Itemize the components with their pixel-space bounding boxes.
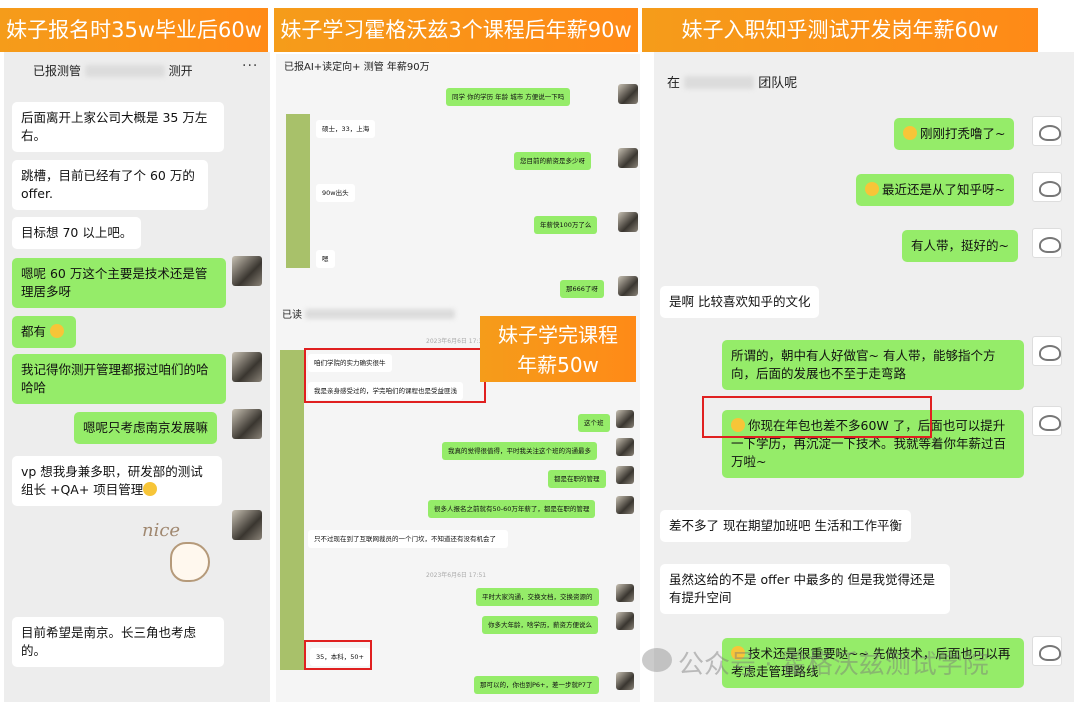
chat-message: 嗯 [316, 250, 335, 268]
avatar[interactable] [616, 584, 634, 602]
chat-message: 90w出头 [316, 184, 355, 202]
timestamp: 2023年6月6日 17:51 [426, 572, 487, 579]
chat-message: 目标想 70 以上吧。 [12, 217, 142, 249]
wechat-logo-icon [642, 648, 672, 672]
mid-bottom-chat-title: 已读 [282, 306, 456, 321]
chat-message: 嗯呢只考虑南京发展嘛 [74, 412, 218, 444]
chat-message: 目前希望是南京。长三角也考虑的。 [12, 617, 224, 667]
avatar[interactable] [616, 438, 634, 456]
laugh-emoji-icon [143, 482, 158, 496]
avatar[interactable] [232, 409, 262, 439]
chat-message: 你多大年龄，啥学历，薪资方便说么 [482, 616, 598, 634]
chat-message: 刚刚打秃噜了~ [894, 118, 1015, 150]
chat-message: 平时大家沟通，交换文档，交换资源的 [476, 588, 599, 606]
banner-middle: 妹子学习霍格沃兹3个课程后年薪90w [274, 8, 638, 52]
chat-message: 最近还是从了知乎呀~ [856, 174, 1014, 206]
avatar[interactable] [616, 496, 634, 514]
highlight-box [304, 348, 486, 403]
chat-message: 那666了呀 [560, 280, 604, 298]
nice-sticker-text: nice [142, 520, 181, 541]
laugh-emoji-icon [50, 324, 64, 338]
thumbs-up-sticker-icon [170, 542, 210, 582]
timestamp: 2023年6月6日 17:37 [426, 338, 487, 345]
avatar[interactable] [232, 510, 262, 540]
chat-message: 跳槽，目前已经有了个 60 万的 offer. [12, 160, 208, 210]
avatar[interactable] [618, 276, 638, 296]
blurred-name [84, 65, 165, 77]
chat-message: 有人带，挺好的~ [902, 230, 1018, 262]
right-chat-title: 在 团队呢 [667, 76, 798, 91]
mid-top-chat-title: 已报AI+读定向+ 测管 年薪90万 [284, 62, 430, 73]
avatar[interactable] [1032, 406, 1062, 436]
highlight-box [702, 396, 932, 438]
banner-overlay: 妹子学完课程年薪50w [480, 316, 636, 382]
left-chat-title: 已报测管 测开 [33, 64, 193, 78]
watermark: 公众号 · 霍格沃兹测试学院 [678, 650, 989, 680]
highlight-box [304, 640, 372, 670]
avatar[interactable] [616, 612, 634, 630]
chat-message: 我记得你测开管理都报过咱们的哈哈哈 [12, 354, 226, 404]
chat-message: 差不多了 现在期望加班吧 生活和工作平衡 [660, 510, 911, 542]
blurred-name [305, 309, 456, 319]
chat-message: 后面离开上家公司大概是 35 万左右。 [12, 102, 224, 152]
banner-left: 妹子报名时35w毕业后60w [0, 8, 268, 52]
grin-emoji-icon [865, 182, 879, 196]
chat-message: 很多人报名之前就有50-60万年薪了，都是在职的管理 [428, 500, 596, 518]
chat-message: 嗯呢 60 万这个主要是技术还是管理居多呀 [12, 258, 226, 308]
avatar[interactable] [232, 256, 262, 286]
avatar[interactable] [616, 410, 634, 428]
avatar[interactable] [1032, 636, 1062, 666]
more-menu-icon[interactable]: ··· [242, 58, 258, 74]
avatar[interactable] [618, 84, 638, 104]
chat-message: 我真的觉得很值得，平时我关注这个班的沟通最多 [442, 442, 597, 460]
banner-right: 妹子入职知乎测试开发岗年薪60w [642, 8, 1038, 52]
avatar[interactable] [618, 212, 638, 232]
chat-message: 同学 你的学历 年龄 城市 方便说一下吗 [446, 88, 571, 106]
chat-message: 都是在职的管理 [548, 470, 606, 488]
avatar[interactable] [618, 148, 638, 168]
blurred-name [684, 76, 755, 89]
chat-message: 那可以的，你也到P6+，差一步就P7了 [474, 676, 599, 694]
blurred-sidebar [280, 350, 304, 670]
chat-message: 只不过现在到了互联网裁员的一个门坎，不知道还有没有机会了 [308, 530, 508, 548]
chat-message: 都有 [12, 316, 76, 348]
avatar[interactable] [616, 672, 634, 690]
avatar[interactable] [232, 352, 262, 382]
chat-message: vp 想我身兼多职，研发部的测试组长 +QA+ 项目管理 [12, 456, 222, 506]
chat-message: 年薪快100万了么 [534, 216, 598, 234]
blurred-sidebar [286, 114, 310, 268]
chat-message: 所谓的，朝中有人好做官~ 有人带，能够指个方向，后面的发展也不至于走弯路 [722, 340, 1024, 390]
chat-message: 硕士，33，上海 [316, 120, 376, 138]
avatar[interactable] [1032, 116, 1062, 146]
avatar[interactable] [616, 466, 634, 484]
avatar[interactable] [1032, 336, 1062, 366]
chat-message: 是啊 比较喜欢知乎的文化 [660, 286, 820, 318]
chat-message: 您目前的薪资是多少呀 [514, 152, 591, 170]
avatar[interactable] [1032, 228, 1062, 258]
grin-emoji-icon [903, 126, 917, 140]
chat-message: 虽然这给的不是 offer 中最多的 但是我觉得还是有提升空间 [660, 564, 950, 614]
mid-top-chat-window: 已报AI+读定向+ 测管 年薪90万 同学 你的学历 年龄 城市 方便说一下吗 … [276, 54, 640, 300]
avatar[interactable] [1032, 172, 1062, 202]
chat-message: 这个班 [578, 414, 610, 432]
